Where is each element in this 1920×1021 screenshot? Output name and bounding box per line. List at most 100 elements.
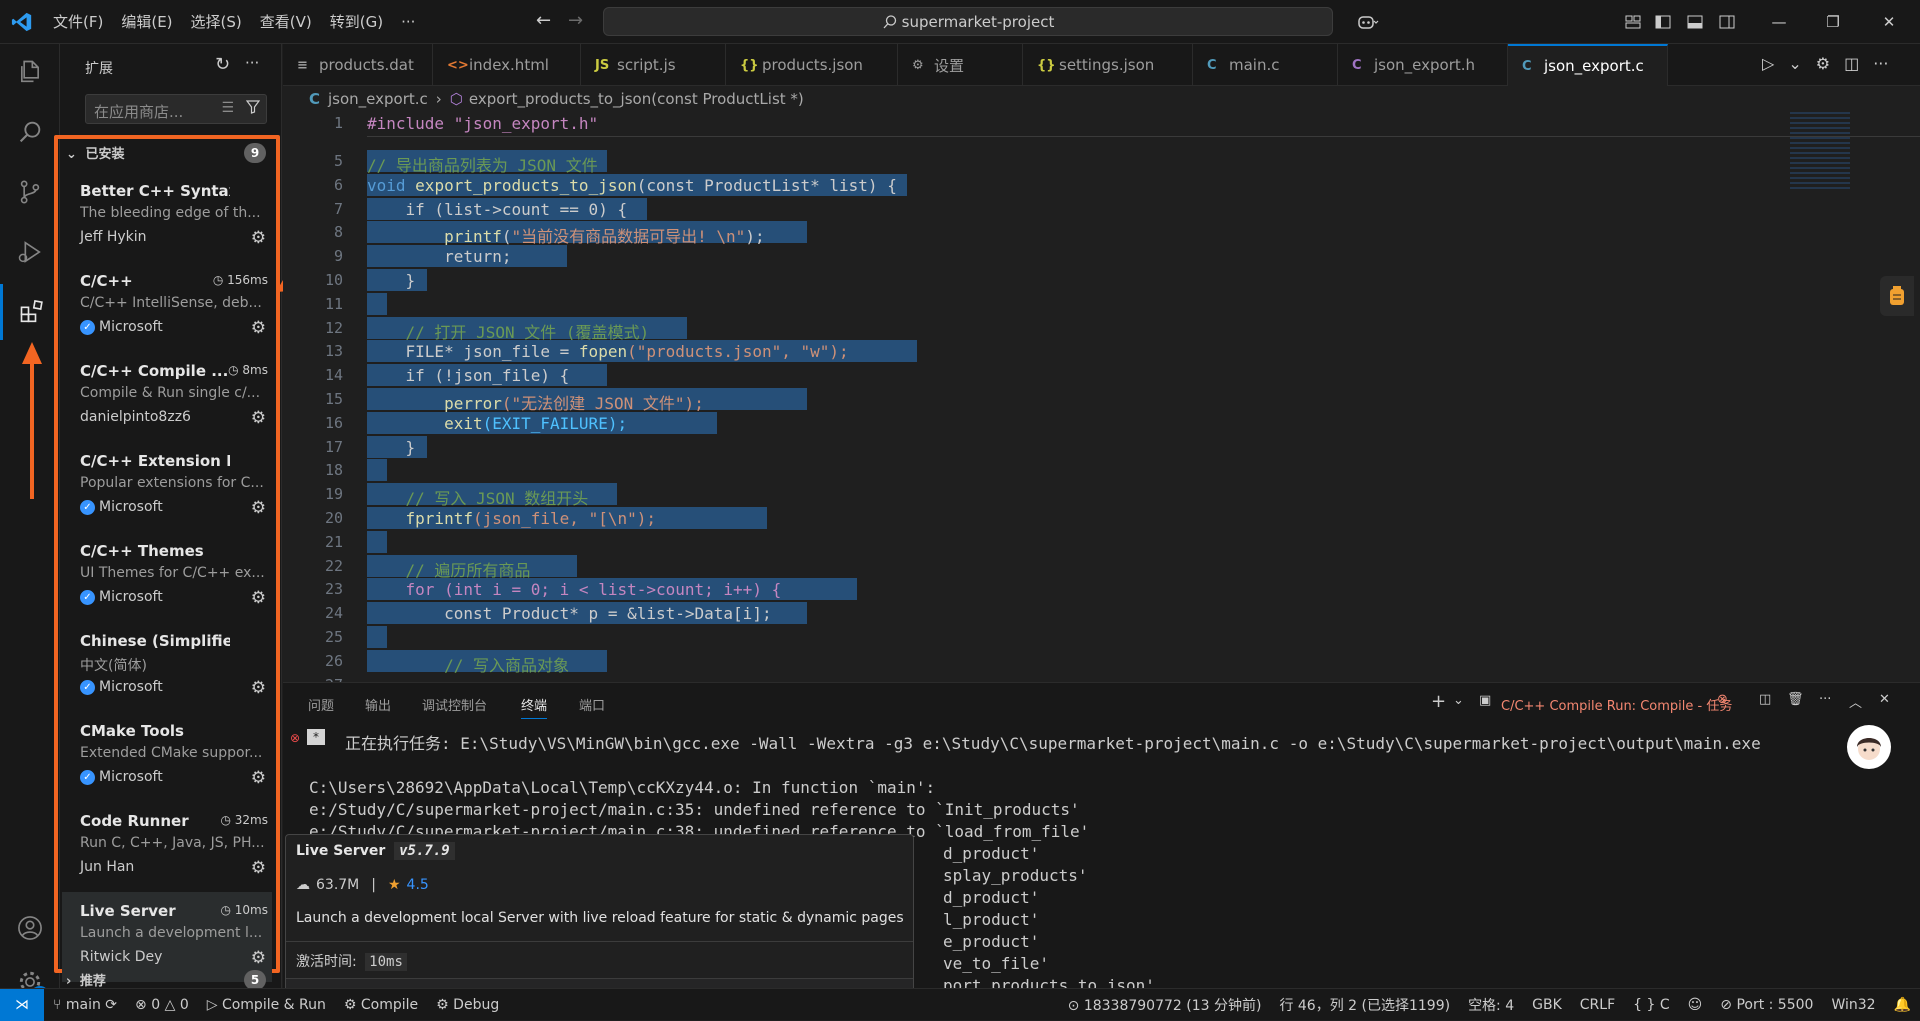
panel-tab-debug-console[interactable]: 调试控制台 (422, 695, 487, 714)
maximize-panel-icon[interactable]: ︿ (1849, 692, 1862, 711)
extension-manage-gear-icon[interactable]: ⚙ (251, 768, 266, 788)
settings-gear-icon[interactable]: ⚙ (1816, 54, 1830, 73)
editor-tab[interactable]: Cjson_export.h (1338, 44, 1508, 86)
toggle-secondary-sidebar-icon[interactable] (1716, 11, 1738, 33)
filter-icon[interactable] (245, 100, 261, 118)
terminal-task-label[interactable]: C/C++ Compile Run: Compile - 任务 (1501, 695, 1732, 714)
problems-status[interactable]: ⊗ 0 △ 0 (126, 997, 198, 1013)
terminal-dropdown-icon[interactable]: ⌄ (1453, 693, 1464, 708)
search-icon[interactable] (0, 104, 60, 160)
editor-tab[interactable]: Cmain.c (1193, 44, 1338, 86)
notifications-bell-icon[interactable]: 🔔 (1885, 997, 1920, 1013)
more-actions-icon[interactable]: ··· (245, 54, 259, 72)
new-terminal-plus-icon[interactable]: + (1431, 691, 1446, 712)
refresh-icon[interactable]: ↻ (215, 54, 230, 75)
editor-tab[interactable]: JS script.js (581, 44, 726, 86)
copilot-icon[interactable] (1350, 11, 1386, 33)
menu-more-icon[interactable]: ··· (392, 0, 424, 44)
extension-manage-gear-icon[interactable]: ⚙ (251, 408, 266, 428)
minimize-icon[interactable]: — (1768, 11, 1790, 33)
minimap[interactable] (1790, 112, 1870, 202)
editor-tab[interactable]: ≡ products.dat (283, 44, 433, 86)
indentation-status[interactable]: 空格: 4 (1459, 995, 1523, 1015)
compile-run-button[interactable]: ▷ Compile & Run (198, 997, 335, 1013)
extension-manage-gear-icon[interactable]: ⚙ (251, 228, 266, 248)
panel-tab-output[interactable]: 输出 (365, 695, 391, 714)
extensions-icon[interactable] (0, 284, 60, 340)
run-icon[interactable]: ▷ (1762, 54, 1774, 73)
panel-tab-ports[interactable]: 端口 (579, 695, 605, 714)
extension-manage-gear-icon[interactable]: ⚙ (251, 498, 266, 518)
panel-tab-terminal[interactable]: 终端 (521, 695, 548, 719)
split-editor-icon[interactable]: ◫ (1844, 54, 1859, 73)
extension-item[interactable]: Better C++ Syntax The bleeding edge of th… (62, 172, 272, 262)
floating-widget-icon[interactable] (1880, 276, 1914, 316)
extension-manage-gear-icon[interactable]: ⚙ (251, 678, 266, 698)
back-arrow-icon[interactable]: ← (528, 10, 559, 31)
branch-status[interactable]: ⑂ main ⟳ (44, 997, 126, 1013)
extension-item[interactable]: C/C++ Themes UI Themes for C/C++ ex... ✓ Mi… (62, 532, 272, 622)
split-terminal-icon[interactable]: ◫ (1759, 692, 1771, 707)
extension-manage-gear-icon[interactable]: ⚙ (251, 948, 266, 968)
source-control-icon[interactable] (0, 164, 60, 220)
editor-tab[interactable]: {} settings.json (1023, 44, 1193, 86)
live-server-port-status[interactable]: ⊘ Port : 5500 (1711, 997, 1822, 1013)
avatar[interactable] (1847, 725, 1891, 769)
clear-filter-icon[interactable]: ☰ (221, 100, 234, 116)
breadcrumb-symbol[interactable]: export_products_to_json(const ProductLis… (469, 90, 804, 108)
run-debug-icon[interactable] (0, 224, 60, 280)
explorer-icon[interactable] (0, 44, 60, 100)
forward-arrow-icon[interactable]: → (560, 10, 591, 31)
commit-info-status[interactable]: ⊙ 18338790772 (13 分钟前) (1059, 995, 1271, 1015)
history-clock-icon: ◷ (228, 363, 243, 377)
extension-manage-gear-icon[interactable]: ⚙ (251, 588, 266, 608)
close-window-icon[interactable]: ✕ (1878, 11, 1900, 33)
menu-selection[interactable]: 选择(S) (182, 0, 251, 44)
command-center-search[interactable]: supermarket-project (603, 7, 1333, 36)
extension-item[interactable]: CMake Tools Extended CMake suppor... ✓ Micr… (62, 712, 272, 802)
language-status[interactable]: { } C (1624, 997, 1679, 1013)
panel-more-icon[interactable]: ··· (1819, 692, 1831, 707)
editor-tab[interactable]: <> index.html (433, 44, 581, 86)
extension-item[interactable]: C/C++ Compile ... ◷ 8ms Compile & Run sing… (62, 352, 272, 442)
breadcrumb-file[interactable]: json_export.c (328, 90, 428, 108)
customize-layout-icon[interactable] (1622, 11, 1644, 33)
extension-item[interactable]: Live Server ◷ 10ms Launch a development l.… (62, 892, 272, 982)
encoding-status[interactable]: GBK (1523, 997, 1571, 1013)
eol-status[interactable]: CRLF (1571, 997, 1624, 1013)
recommended-section-header[interactable]: › 推荐 5 (66, 970, 266, 990)
copilot-status-icon[interactable]: ☺ (1679, 997, 1712, 1013)
remote-indicator-icon[interactable]: ⋊ (0, 988, 44, 1021)
editor-tab[interactable]: {} products.json (726, 44, 898, 86)
verified-publisher-icon: ✓ (80, 499, 95, 515)
toggle-primary-sidebar-icon[interactable] (1652, 11, 1674, 33)
editor-tab[interactable]: ⚙ 设置 (898, 44, 1023, 86)
menu-go[interactable]: 转到(G) (321, 0, 392, 44)
restore-icon[interactable]: ❐ (1822, 11, 1844, 33)
accounts-icon[interactable] (0, 900, 60, 956)
extension-publisher: ✓ Microsoft (80, 499, 163, 515)
extension-item[interactable]: C/C++ Extension Pack Popular extensions f… (62, 442, 272, 532)
panel-tab-problems[interactable]: 问题 (308, 695, 334, 714)
extension-item[interactable]: Chinese (Simplified) (... 中文(简体) ✓Microsof… (62, 622, 272, 712)
menu-edit[interactable]: 编辑(E) (112, 0, 181, 44)
menu-file[interactable]: 文件(F) (44, 0, 112, 44)
code-editor[interactable]: 1 #include "json_export.h" 5 // 导出商品列表为 J… (283, 112, 1920, 682)
close-panel-icon[interactable]: ✕ (1879, 692, 1890, 707)
run-dropdown-icon[interactable]: ⌄ (1788, 54, 1801, 73)
kill-terminal-trash-icon[interactable]: 🗑 (1787, 692, 1804, 707)
menu-view[interactable]: 查看(V) (251, 0, 321, 44)
installed-section-header[interactable]: ⌄ 已安装 9 (66, 143, 266, 163)
debug-button[interactable]: ⚙ Debug (427, 997, 508, 1013)
extension-search-input[interactable]: 在应用商店... ☰ (85, 94, 267, 124)
editor-more-icon[interactable]: ··· (1873, 54, 1888, 73)
compile-button[interactable]: ⚙ Compile (335, 997, 427, 1013)
platform-status[interactable]: Win32 (1822, 997, 1884, 1013)
editor-tab[interactable]: Cjson_export.c (1508, 44, 1668, 86)
extension-item[interactable]: Code Runner ◷ 32ms Run C, C++, Java, JS, P… (62, 802, 272, 892)
extension-manage-gear-icon[interactable]: ⚙ (251, 858, 266, 878)
toggle-panel-icon[interactable] (1684, 11, 1706, 33)
extension-manage-gear-icon[interactable]: ⚙ (251, 318, 266, 338)
extension-item[interactable]: C/C++ ◷ 156ms C/C++ IntelliSense, deb... ✓ M… (62, 262, 272, 352)
cursor-position-status[interactable]: 行 46，列 2 (已选择1199) (1270, 995, 1459, 1015)
